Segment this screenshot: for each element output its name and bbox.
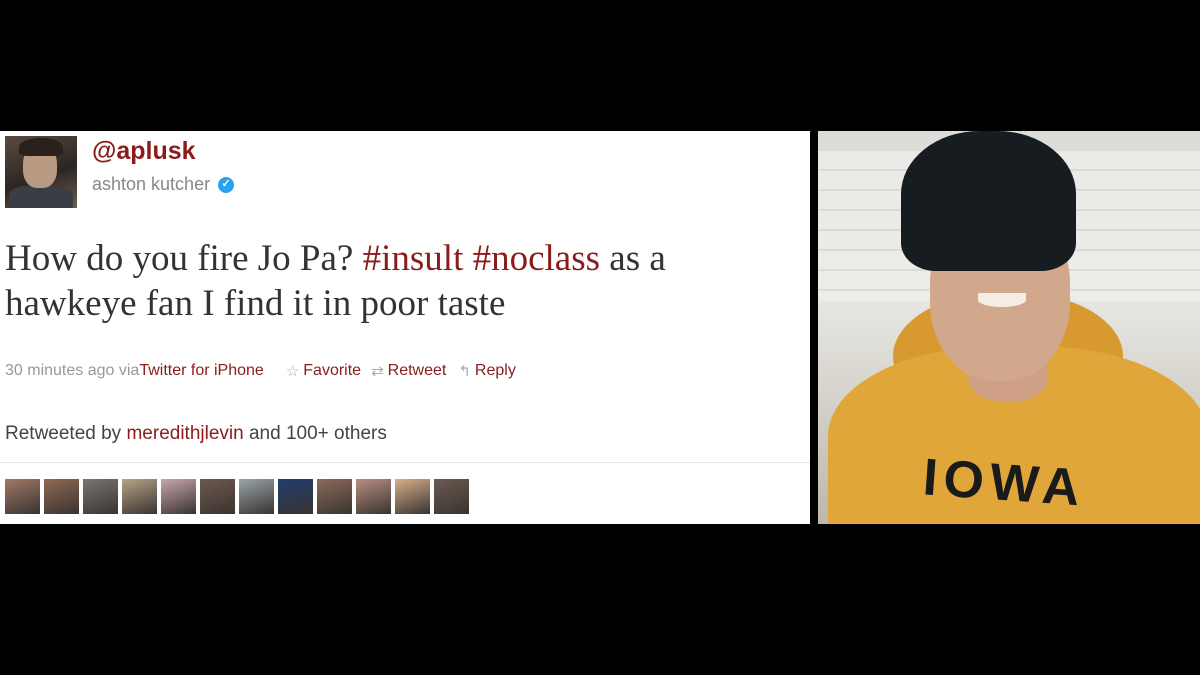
tweet-text-part: How do you fire Jo Pa? [5,238,363,279]
retweeter-avatar[interactable] [356,479,391,514]
retweet-label: Retweet [387,362,447,379]
retweeter-avatar[interactable] [161,479,196,514]
retweeter-avatar[interactable] [5,479,40,514]
user-avatar[interactable] [5,136,77,208]
retweeter-avatar[interactable] [44,479,79,514]
reply-icon: ↰ [458,363,471,380]
tweet-timestamp[interactable]: 30 minutes ago via [5,362,139,380]
hashtag-noclass[interactable]: #noclass [473,238,600,279]
retweeted-by-line: Retweeted by meredithjlevin and 100+ oth… [5,423,387,445]
verified-badge-icon: ✓ [218,176,235,193]
hoodie-text: IOWA [921,448,1088,518]
retweeter-avatar[interactable] [434,479,469,514]
reply-button[interactable]: ↰ Reply [458,362,515,380]
retweeter-avatar[interactable] [239,479,274,514]
photo-ashton-iowa-hoodie: IOWA [818,131,1200,524]
favorite-button[interactable]: ☆ Favorite [286,362,361,380]
retweeter-avatar[interactable] [83,479,118,514]
tweet-meta-row: 30 minutes ago via Twitter for iPhone ☆ … [5,362,516,380]
retweeted-by-label: Retweeted by [5,423,127,444]
retweeter-avatars [5,479,469,514]
retweeter-avatar[interactable] [200,479,235,514]
user-display-name: ashton kutcher [92,174,211,194]
retweet-button[interactable]: ⇄ Retweet [371,362,446,380]
tweet-source-link[interactable]: Twitter for iPhone [139,362,264,380]
retweeter-avatar[interactable] [122,479,157,514]
retweeter-avatar[interactable] [317,479,352,514]
tweet-text-space [463,238,472,279]
retweeter-avatar[interactable] [395,479,430,514]
hashtag-insult[interactable]: #insult [363,238,464,279]
favorite-label: Favorite [303,362,362,379]
retweeter-avatar[interactable] [278,479,313,514]
name-row: ashton kutcher ✓ [92,174,235,195]
retweeted-by-others[interactable]: and 100+ others [244,423,387,444]
divider [0,462,810,463]
tweet-text: How do you fire Jo Pa? #insult #noclass … [5,236,805,326]
reply-label: Reply [474,362,516,379]
retweet-icon: ⇄ [371,363,384,380]
retweeted-by-user-link[interactable]: meredithjlevin [126,423,243,444]
tweet-handle[interactable]: @aplusk [92,137,196,166]
star-icon: ☆ [285,363,300,380]
